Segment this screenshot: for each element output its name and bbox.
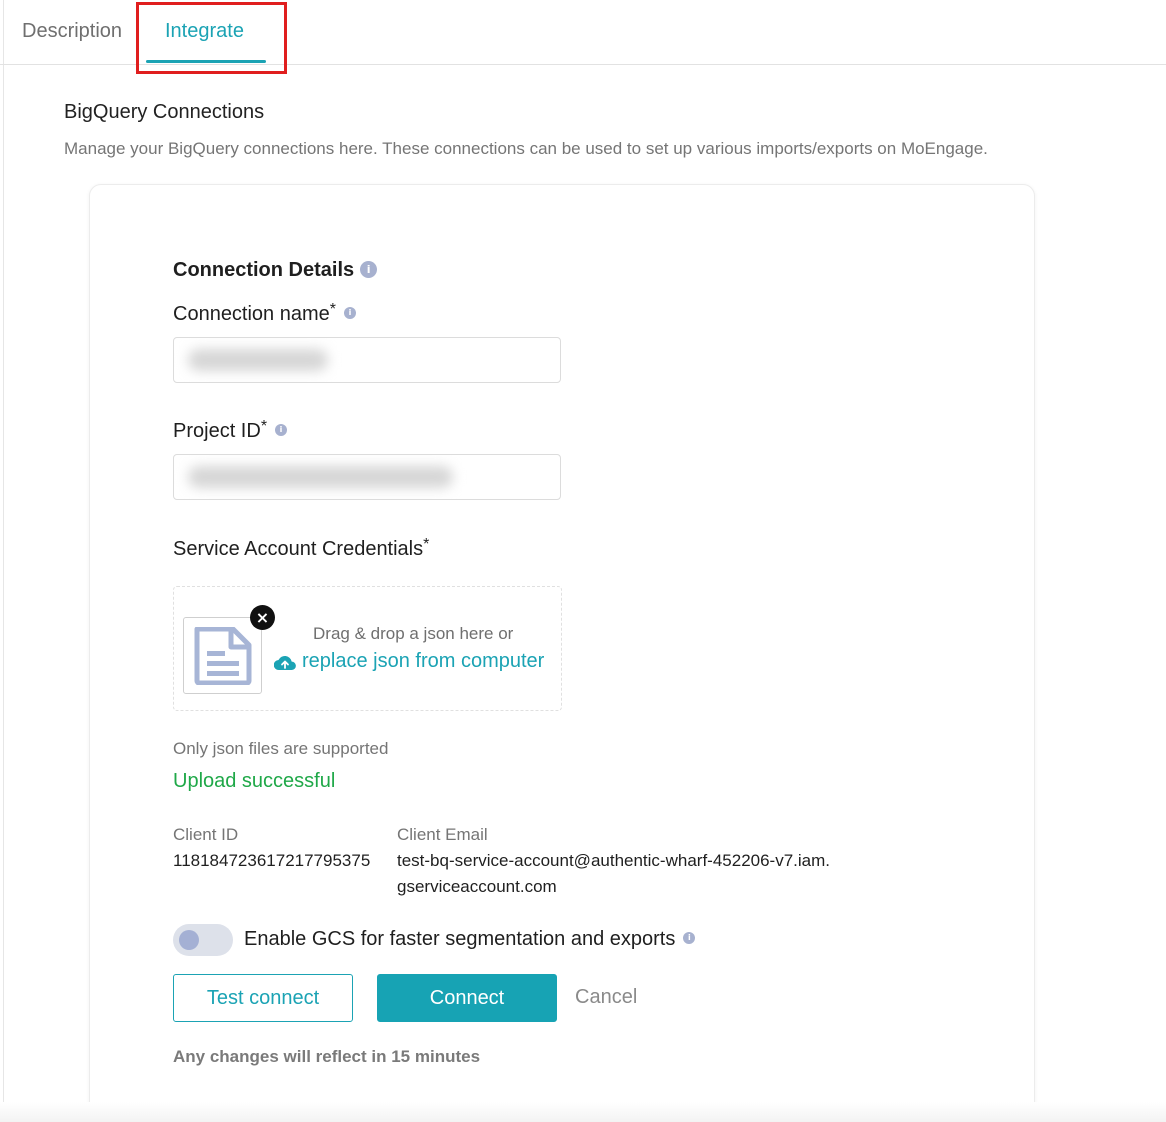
connection-name-input[interactable]	[173, 337, 561, 383]
client-id-value: 118184723617217795375	[173, 851, 371, 870]
drag-drop-text: Drag & drop a json here or	[313, 624, 514, 643]
info-icon[interactable]: i	[275, 424, 288, 437]
project-id-input[interactable]	[173, 454, 561, 500]
bottom-shadow	[0, 1102, 1166, 1122]
service-account-label: Service Account Credentials*	[173, 536, 430, 561]
cancel-button[interactable]: Cancel	[575, 986, 637, 1009]
info-icon[interactable]: i	[344, 307, 357, 320]
required-mark: *	[260, 418, 268, 435]
heading-text: Connection Details	[173, 259, 355, 281]
info-icon[interactable]: i	[683, 931, 696, 944]
gcs-toggle[interactable]	[173, 924, 233, 956]
toggle-label-text: Enable GCS for faster segmentation and e…	[244, 928, 676, 950]
upload-status: Upload successful	[173, 770, 336, 792]
label-text: Connection name	[173, 303, 330, 325]
test-connect-button[interactable]: Test connect	[173, 974, 353, 1022]
uploaded-file-thumbnail	[183, 617, 262, 694]
document-icon	[194, 627, 252, 685]
label-text: Project ID	[173, 420, 261, 442]
project-id-label: Project ID* i	[173, 418, 288, 443]
file-type-hint: Only json files are supported	[173, 739, 389, 758]
client-id-label: Client ID	[173, 825, 239, 844]
tab-description[interactable]: Description	[22, 20, 122, 43]
close-icon[interactable]: ×	[250, 605, 275, 630]
info-icon[interactable]: i	[360, 260, 378, 278]
redacted-value	[188, 466, 453, 488]
toggle-knob	[179, 930, 199, 950]
gcs-toggle-label: Enable GCS for faster segmentation and e…	[244, 928, 696, 951]
cloud-upload-icon[interactable]	[274, 655, 296, 671]
required-mark: *	[329, 301, 337, 318]
client-email-value: test-bq-service-account@authentic-wharf-…	[397, 851, 831, 896]
page-description: Manage your BigQuery connections here. T…	[64, 139, 988, 158]
replace-json-link[interactable]: replace json from computer	[302, 650, 544, 673]
highlight-annotation	[136, 2, 287, 74]
footer-note: Any changes will reflect in 15 minutes	[173, 1047, 481, 1066]
label-text: Service Account Credentials	[173, 538, 424, 560]
redacted-value	[188, 349, 328, 371]
left-border	[3, 0, 4, 1122]
page-title: BigQuery Connections	[64, 101, 265, 123]
client-email-label: Client Email	[397, 825, 488, 844]
required-mark: *	[423, 536, 430, 553]
connect-button[interactable]: Connect	[377, 974, 557, 1022]
connection-name-label: Connection name* i	[173, 301, 357, 326]
connection-details-heading: Connection Details i	[173, 259, 378, 282]
